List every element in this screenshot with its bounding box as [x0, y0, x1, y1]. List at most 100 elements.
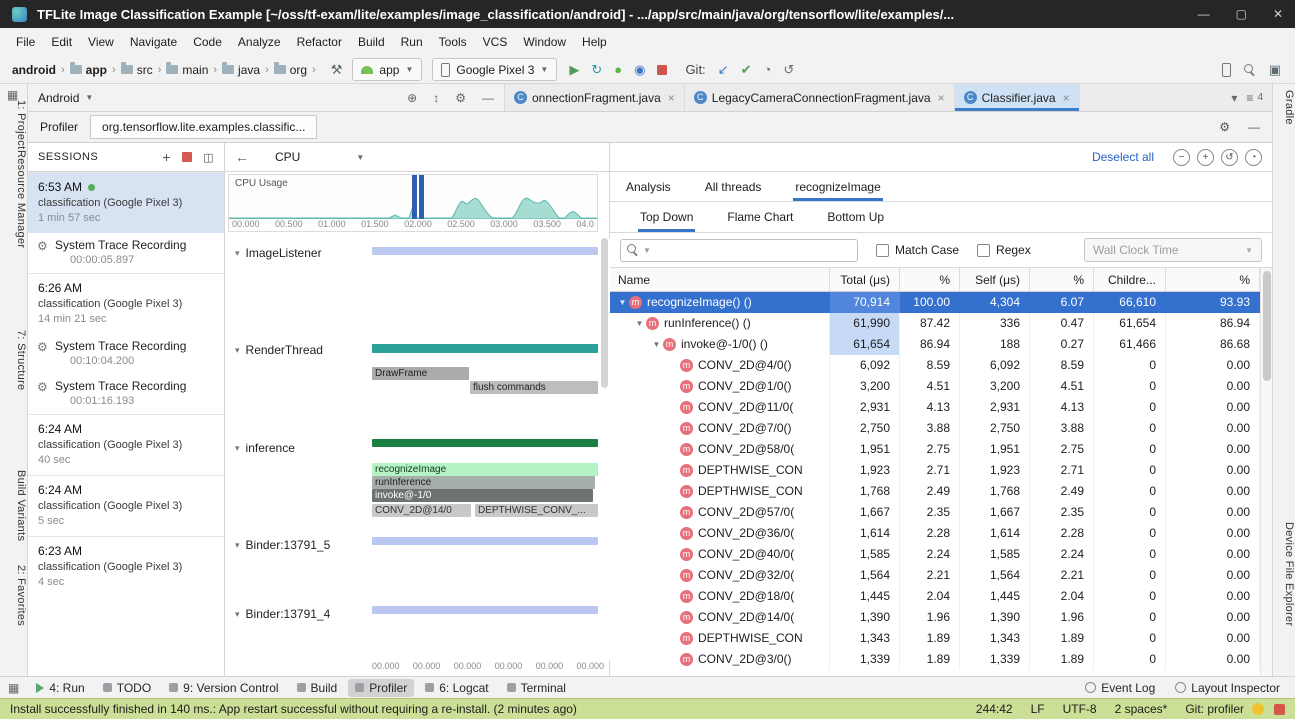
notification-icon[interactable]	[1274, 704, 1285, 715]
menu-build[interactable]: Build	[350, 31, 393, 53]
clock-type-select[interactable]: Wall Clock Time ▼	[1084, 238, 1262, 262]
toolwindow-event-log[interactable]: Event Log	[1078, 679, 1162, 697]
caret-position[interactable]: 244:42	[976, 702, 1013, 716]
subtab-flame-chart[interactable]: Flame Chart	[725, 202, 795, 232]
minimize-button[interactable]: —	[1198, 7, 1210, 21]
menu-window[interactable]: Window	[515, 31, 574, 53]
session-item[interactable]: 6:53 AMclassification (Google Pixel 3)1 …	[28, 172, 224, 233]
back-arrow-icon[interactable]: ←	[235, 149, 249, 165]
hide-panel-icon[interactable]: ―	[482, 91, 494, 105]
recording-item[interactable]: ⚙System Trace Recording00:10:04.200	[28, 334, 224, 374]
checkbox-icon[interactable]	[876, 244, 889, 257]
menu-run[interactable]: Run	[393, 31, 431, 53]
selection-handle-left[interactable]	[412, 175, 417, 219]
close-button[interactable]: ✕	[1273, 7, 1283, 21]
toolwindow-profiler[interactable]: Profiler	[348, 679, 414, 697]
table-row[interactable]: mDEPTHWISE_CON1,9232.711,9232.7100.00	[610, 460, 1260, 481]
menu-navigate[interactable]: Navigate	[122, 31, 185, 53]
trace-event-bar[interactable]: DrawFrame	[372, 367, 469, 380]
trace-event-bar[interactable]: flush commands	[470, 381, 598, 394]
recording-item[interactable]: ⚙System Trace Recording00:00:05.897	[28, 233, 224, 273]
hide-panel-icon[interactable]: ―	[1248, 120, 1260, 134]
breadcrumb-src[interactable]: src	[119, 63, 155, 77]
menu-help[interactable]: Help	[574, 31, 615, 53]
menu-file[interactable]: File	[8, 31, 43, 53]
trace-event-bar[interactable]: recognizeImage	[372, 463, 598, 476]
expander-icon[interactable]: ▼	[616, 292, 629, 313]
locate-file-icon[interactable]: ⊕	[407, 91, 417, 105]
table-row[interactable]: mCONV_2D@18/0(1,4452.041,4452.0400.00	[610, 586, 1260, 607]
column-header-self-s-3[interactable]: Self (μs)	[960, 268, 1030, 291]
column-header--2[interactable]: %	[900, 268, 960, 291]
table-row[interactable]: mCONV_2D@11/0(2,9314.132,9314.1300.00	[610, 397, 1260, 418]
table-row[interactable]: ▼mrecognizeImage() ()70,914100.004,3046.…	[610, 292, 1260, 313]
indent-style[interactable]: 2 spaces*	[1115, 702, 1168, 716]
reset-zoom-icon[interactable]: ↺	[1221, 149, 1238, 166]
chevron-down-icon[interactable]: ▼	[356, 153, 364, 162]
menu-refactor[interactable]: Refactor	[289, 31, 350, 53]
toolwindow-6-logcat[interactable]: 6: Logcat	[418, 679, 495, 697]
match-case-checkbox[interactable]: Match Case	[876, 243, 959, 257]
toolwindow-terminal[interactable]: Terminal	[500, 679, 573, 697]
search-box[interactable]: ▼	[620, 239, 858, 262]
table-row[interactable]: mCONV_2D@7/0()2,7503.882,7503.8800.00	[610, 418, 1260, 439]
zoom-in-icon[interactable]: +	[1197, 149, 1214, 166]
table-row[interactable]: mCONV_2D@14/0(1,3901.961,3901.9600.00	[610, 607, 1260, 628]
thread-label-renderthread[interactable]: ▾RenderThread	[235, 343, 323, 357]
tab-recognizeimage[interactable]: recognizeImage	[793, 172, 882, 201]
table-row[interactable]: mDEPTHWISE_CON1,7682.491,7682.4900.00	[610, 481, 1260, 502]
editor-tab-classifier-java[interactable]: CClassifier.java×	[955, 84, 1080, 111]
menu-vcs[interactable]: VCS	[475, 31, 516, 53]
table-row[interactable]: mCONV_2D@1/0()3,2004.513,2004.5100.00	[610, 376, 1260, 397]
binder-state-bar[interactable]	[372, 537, 598, 545]
breadcrumb-android[interactable]: android	[10, 63, 58, 77]
close-icon[interactable]: ×	[1063, 91, 1070, 105]
thread-label-binder-13791-5[interactable]: ▾Binder:13791_5	[235, 538, 330, 552]
column-header-childre-5[interactable]: Childre...	[1094, 268, 1166, 291]
subtab-top-down[interactable]: Top Down	[638, 202, 695, 232]
toolwindow-build[interactable]: Build	[290, 679, 345, 697]
column-header--4[interactable]: %	[1030, 268, 1094, 291]
expand-sessions-icon[interactable]: ◫	[203, 151, 214, 164]
imagelistener-state-bar[interactable]	[372, 247, 598, 255]
tool-windows-icon[interactable]: ▣	[1269, 62, 1281, 78]
subtab-bottom-up[interactable]: Bottom Up	[825, 202, 886, 232]
breadcrumb-app[interactable]: app	[68, 63, 109, 77]
toolwindow-todo[interactable]: TODO	[96, 679, 158, 697]
regex-checkbox[interactable]: Regex	[977, 243, 1031, 257]
table-row[interactable]: mCONV_2D@40/0(1,5852.241,5852.2400.00	[610, 544, 1260, 565]
thread-label-inference[interactable]: ▾inference	[235, 441, 295, 455]
selection-handle-right[interactable]	[419, 175, 424, 219]
table-row[interactable]: mCONV_2D@57/0(1,6672.351,6672.3500.00	[610, 502, 1260, 523]
stripe-item-resource-manager[interactable]: Resource Manager	[0, 150, 27, 248]
table-row[interactable]: mDEPTHWISE_CON1,3431.891,3431.8900.00	[610, 628, 1260, 649]
chevron-down-icon[interactable]: ▾	[1231, 91, 1237, 105]
tab-all-threads[interactable]: All threads	[703, 172, 764, 201]
editor-tab-onnectionfragment-java[interactable]: ConnectionFragment.java×	[505, 84, 685, 111]
stripe-item-1-project[interactable]: 1: Project	[0, 100, 27, 149]
table-row[interactable]: mCONV_2D@3/0()1,3391.891,3391.8900.00	[610, 649, 1260, 670]
zoom-out-icon[interactable]: −	[1173, 149, 1190, 166]
table-row[interactable]: ▼mrunInference() ()61,99087.423360.4761,…	[610, 313, 1260, 334]
zoom-to-selection-icon[interactable]: ◔	[1245, 149, 1262, 166]
inference-state-bar[interactable]	[372, 439, 598, 447]
scrollbar-thumb[interactable]	[1263, 271, 1271, 381]
thread-label-imagelistener[interactable]: ▾ImageListener	[235, 246, 322, 260]
column-header-total-s-1[interactable]: Total (μs)	[830, 268, 900, 291]
debug-icon[interactable]: ●	[614, 63, 622, 76]
table-row[interactable]: mCONV_2D@58/0(1,9512.751,9512.7500.00	[610, 439, 1260, 460]
checkbox-icon[interactable]	[977, 244, 990, 257]
threads-scrollbar[interactable]	[601, 238, 608, 660]
git-rollback-icon[interactable]: ↺	[783, 63, 794, 76]
deselect-all-link[interactable]: Deselect all	[1092, 150, 1154, 164]
session-item[interactable]: 6:26 AMclassification (Google Pixel 3)14…	[28, 273, 224, 334]
collapse-all-icon[interactable]: ↕	[433, 91, 439, 105]
cpu-usage-chart[interactable]: CPU Usage 00.00000.50001.00001.50002.000…	[228, 174, 598, 232]
toolwindow-layout-inspector[interactable]: Layout Inspector	[1168, 679, 1287, 697]
search-input[interactable]	[655, 243, 851, 257]
column-header--6[interactable]: %	[1166, 268, 1260, 291]
session-item[interactable]: 6:24 AMclassification (Google Pixel 3)5 …	[28, 475, 224, 536]
stripe-item-2-favorites[interactable]: 2: Favorites	[0, 565, 27, 626]
expander-icon[interactable]: ▼	[650, 334, 663, 355]
trace-event-bar[interactable]: CONV_2D@14/0	[372, 504, 471, 517]
